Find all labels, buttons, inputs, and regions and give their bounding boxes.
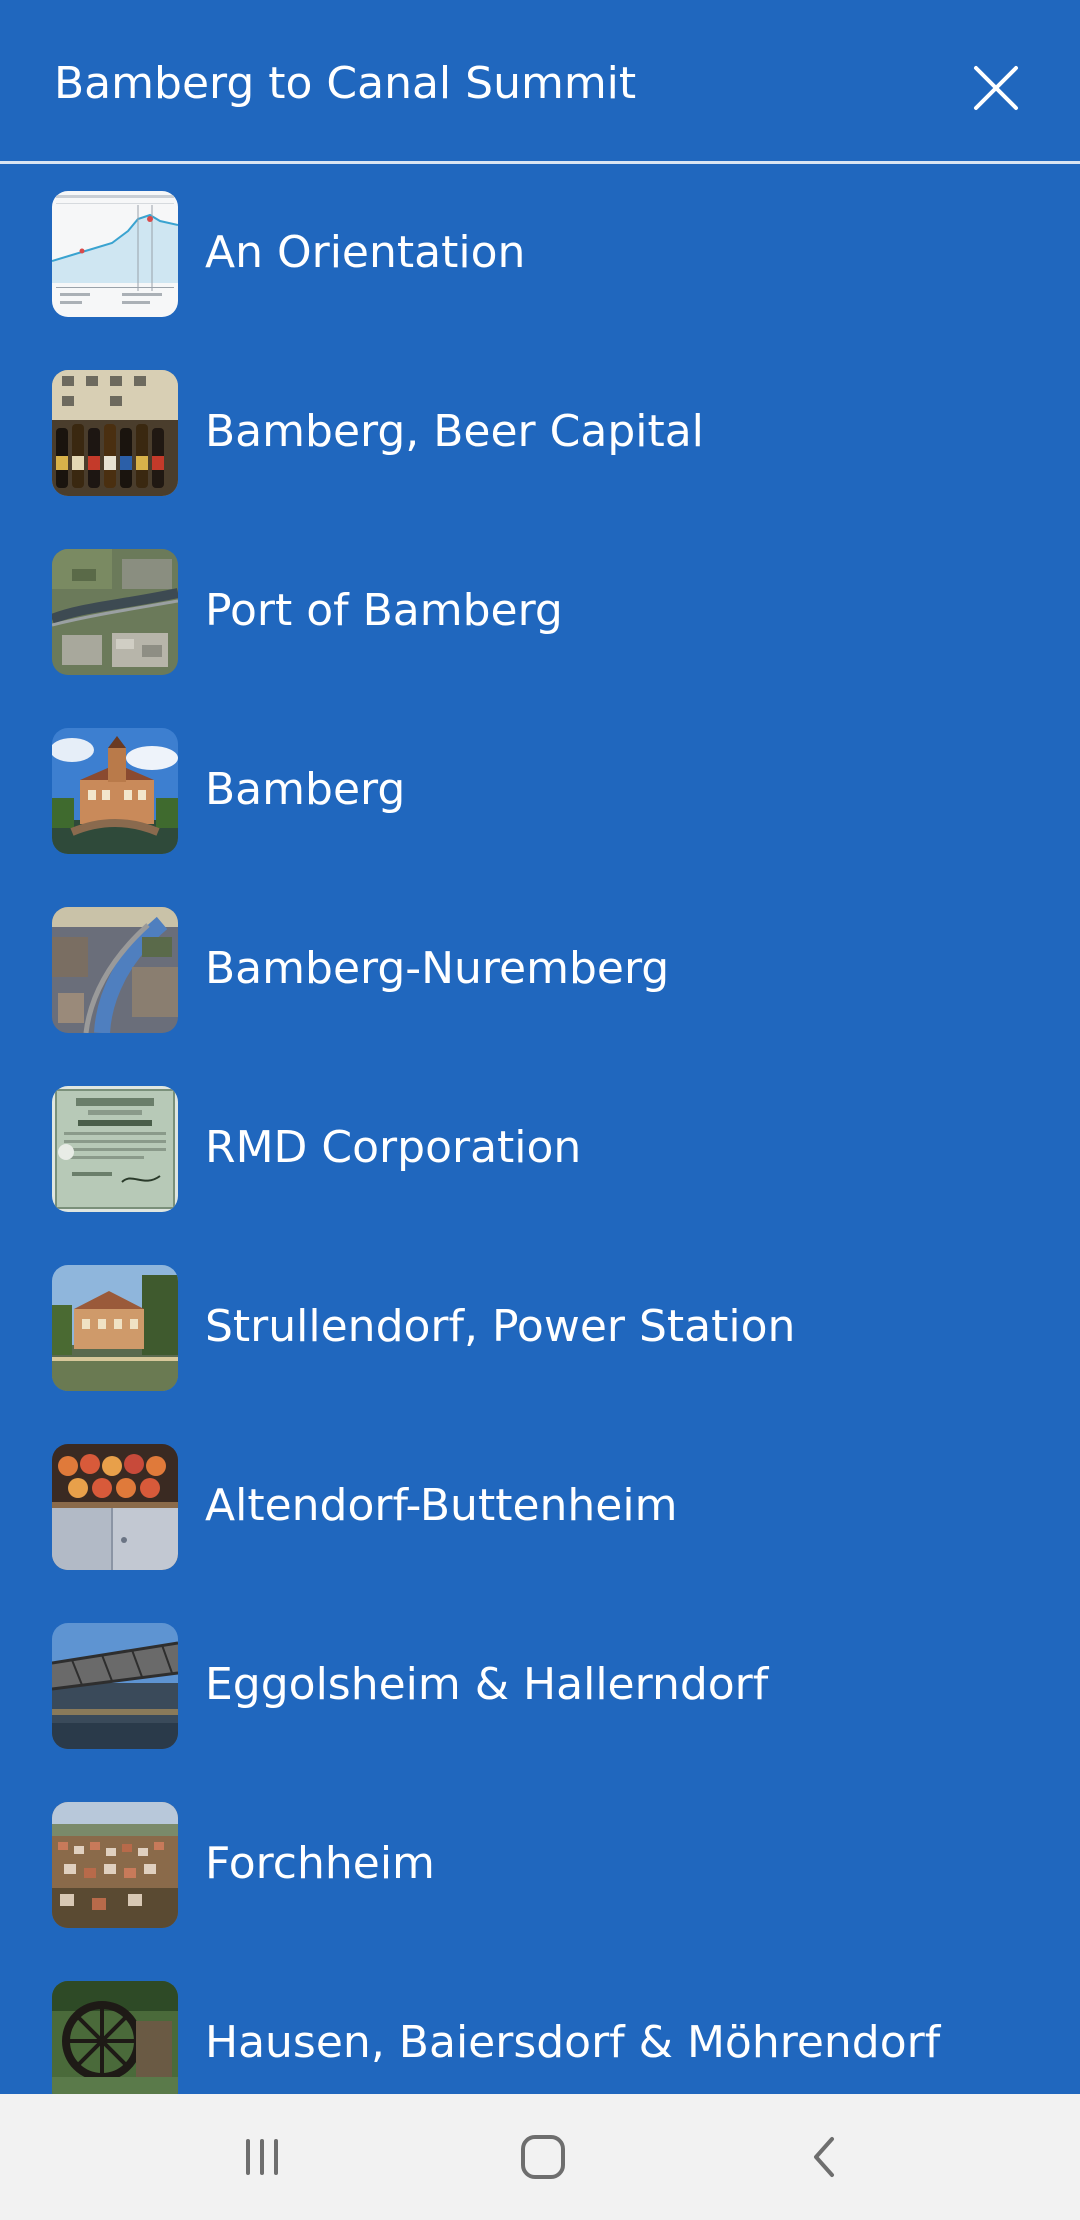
chapter-thumbnail: [52, 1802, 178, 1928]
close-icon: [974, 66, 1018, 110]
chapter-title: Strullendorf, Power Station: [205, 1301, 796, 1352]
list-item[interactable]: Forchheim: [0, 1775, 1080, 1954]
chapter-title: Hausen, Baiersdorf & Möhrendorf: [205, 2017, 941, 2068]
home-icon: [521, 2135, 565, 2179]
chapter-thumbnail: [52, 1981, 178, 2094]
list-item[interactable]: Bamberg-Nuremberg: [0, 880, 1080, 1059]
list-item[interactable]: Altendorf-Buttenheim: [0, 1417, 1080, 1596]
list-item[interactable]: Bamberg: [0, 701, 1080, 880]
list-item[interactable]: RMD Corporation: [0, 1059, 1080, 1238]
back-button[interactable]: [784, 2117, 864, 2197]
list-item[interactable]: Eggolsheim & Hallerndorf: [0, 1596, 1080, 1775]
list-item[interactable]: Strullendorf, Power Station: [0, 1238, 1080, 1417]
chapter-thumbnail: [52, 1086, 178, 1212]
chapter-title: Eggolsheim & Hallerndorf: [205, 1659, 769, 1710]
chapter-thumbnail: [52, 191, 178, 317]
list-item[interactable]: An Orientation: [0, 164, 1080, 343]
chapter-title: Altendorf-Buttenheim: [205, 1480, 678, 1531]
back-icon: [814, 2137, 834, 2177]
chapter-thumbnail: [52, 370, 178, 496]
chapter-title: Bamberg: [205, 764, 406, 815]
chapter-title: RMD Corporation: [205, 1122, 582, 1173]
chapter-title: Forchheim: [205, 1838, 435, 1889]
app-header: Bamberg to Canal Summit: [0, 0, 1080, 164]
system-navigation-bar: [0, 2094, 1080, 2220]
chapter-thumbnail: [52, 1623, 178, 1749]
chapter-title: Bamberg-Nuremberg: [205, 943, 670, 994]
chapter-thumbnail: [52, 1265, 178, 1391]
chapter-title: Bamberg, Beer Capital: [205, 406, 704, 457]
chapter-thumbnail: [52, 907, 178, 1033]
close-button[interactable]: [964, 56, 1028, 120]
chapter-title: An Orientation: [205, 227, 526, 278]
chapter-list[interactable]: An Orientation Bamberg, Beer Capital Por…: [0, 164, 1080, 2094]
list-item[interactable]: Hausen, Baiersdorf & Möhrendorf: [0, 1954, 1080, 2094]
list-item[interactable]: Bamberg, Beer Capital: [0, 343, 1080, 522]
page-title: Bamberg to Canal Summit: [54, 58, 637, 109]
chapter-title: Port of Bamberg: [205, 585, 563, 636]
recent-apps-button[interactable]: [222, 2117, 302, 2197]
home-button[interactable]: [503, 2117, 583, 2197]
chapter-thumbnail: [52, 549, 178, 675]
recent-apps-icon: [246, 2139, 278, 2175]
list-item[interactable]: Port of Bamberg: [0, 522, 1080, 701]
chapter-thumbnail: [52, 728, 178, 854]
chapter-thumbnail: [52, 1444, 178, 1570]
